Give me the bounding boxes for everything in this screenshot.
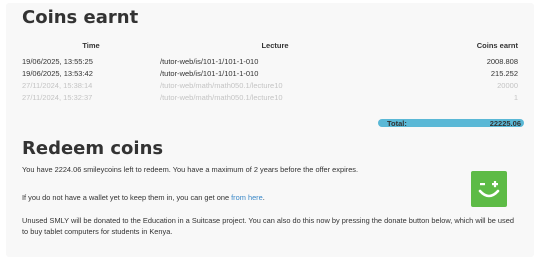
col-header-coins: Coins earnt <box>476 41 518 50</box>
cell-time: 27/11/2024, 15:32:37 <box>22 93 93 103</box>
wallet-text-after: . <box>262 193 265 202</box>
coins-table-header: Time Lecture Coins earnt <box>22 41 518 55</box>
col-header-lecture: Lecture <box>261 41 289 50</box>
donation-text: Unused SMLY will be donated to the Educa… <box>22 216 514 237</box>
table-row: 19/06/2025, 13:53:42 /tutor-web/is/101-1… <box>22 67 518 79</box>
coins-table: Time Lecture Coins earnt 19/06/2025, 13:… <box>22 41 518 104</box>
cell-time: 27/11/2024, 15:38:14 <box>22 80 93 90</box>
wallet-link[interactable]: from here <box>231 193 263 202</box>
table-row: 19/06/2025, 13:55:25 /tutor-web/is/101-1… <box>22 55 518 67</box>
coins-earnt-title: Coins earnt <box>22 7 139 28</box>
total-value: 22225.06 <box>489 118 521 128</box>
total-bar: Total: 22225.06 <box>378 118 524 128</box>
col-header-time: Time <box>82 41 100 50</box>
coins-panel: Coins earnt Time Lecture Coins earnt 19/… <box>6 3 534 257</box>
smiley-plus-icon <box>478 181 500 198</box>
cell-coins: 20000 <box>497 80 518 90</box>
wallet-text: If you do not have a wallet yet to keep … <box>22 192 265 203</box>
cell-lecture: /tutor-web/math/math050.1/lecture10 <box>160 93 283 103</box>
cell-coins: 215.252 <box>490 68 518 78</box>
cell-time: 19/06/2025, 13:53:42 <box>22 68 93 78</box>
donate-button[interactable] <box>471 171 507 207</box>
cell-lecture: /tutor-web/math/math050.1/lecture10 <box>160 80 283 90</box>
cell-lecture: /tutor-web/is/101-1/101-1-010 <box>160 56 259 66</box>
table-row: 27/11/2024, 15:32:37 /tutor-web/math/mat… <box>22 92 518 104</box>
cell-time: 19/06/2025, 13:55:25 <box>22 56 93 66</box>
table-row: 27/11/2024, 15:38:14 /tutor-web/math/mat… <box>22 79 518 91</box>
cell-lecture: /tutor-web/is/101-1/101-1-010 <box>160 68 259 78</box>
total-label: Total: <box>387 118 407 128</box>
redeem-coins-title: Redeem coins <box>22 138 164 159</box>
wallet-text-before: If you do not have a wallet yet to keep … <box>22 193 232 202</box>
redeem-balance-text: You have 2224.06 smileycoins left to red… <box>22 165 359 174</box>
cell-coins: 2008.808 <box>486 56 518 66</box>
cell-coins: 1 <box>513 93 518 103</box>
